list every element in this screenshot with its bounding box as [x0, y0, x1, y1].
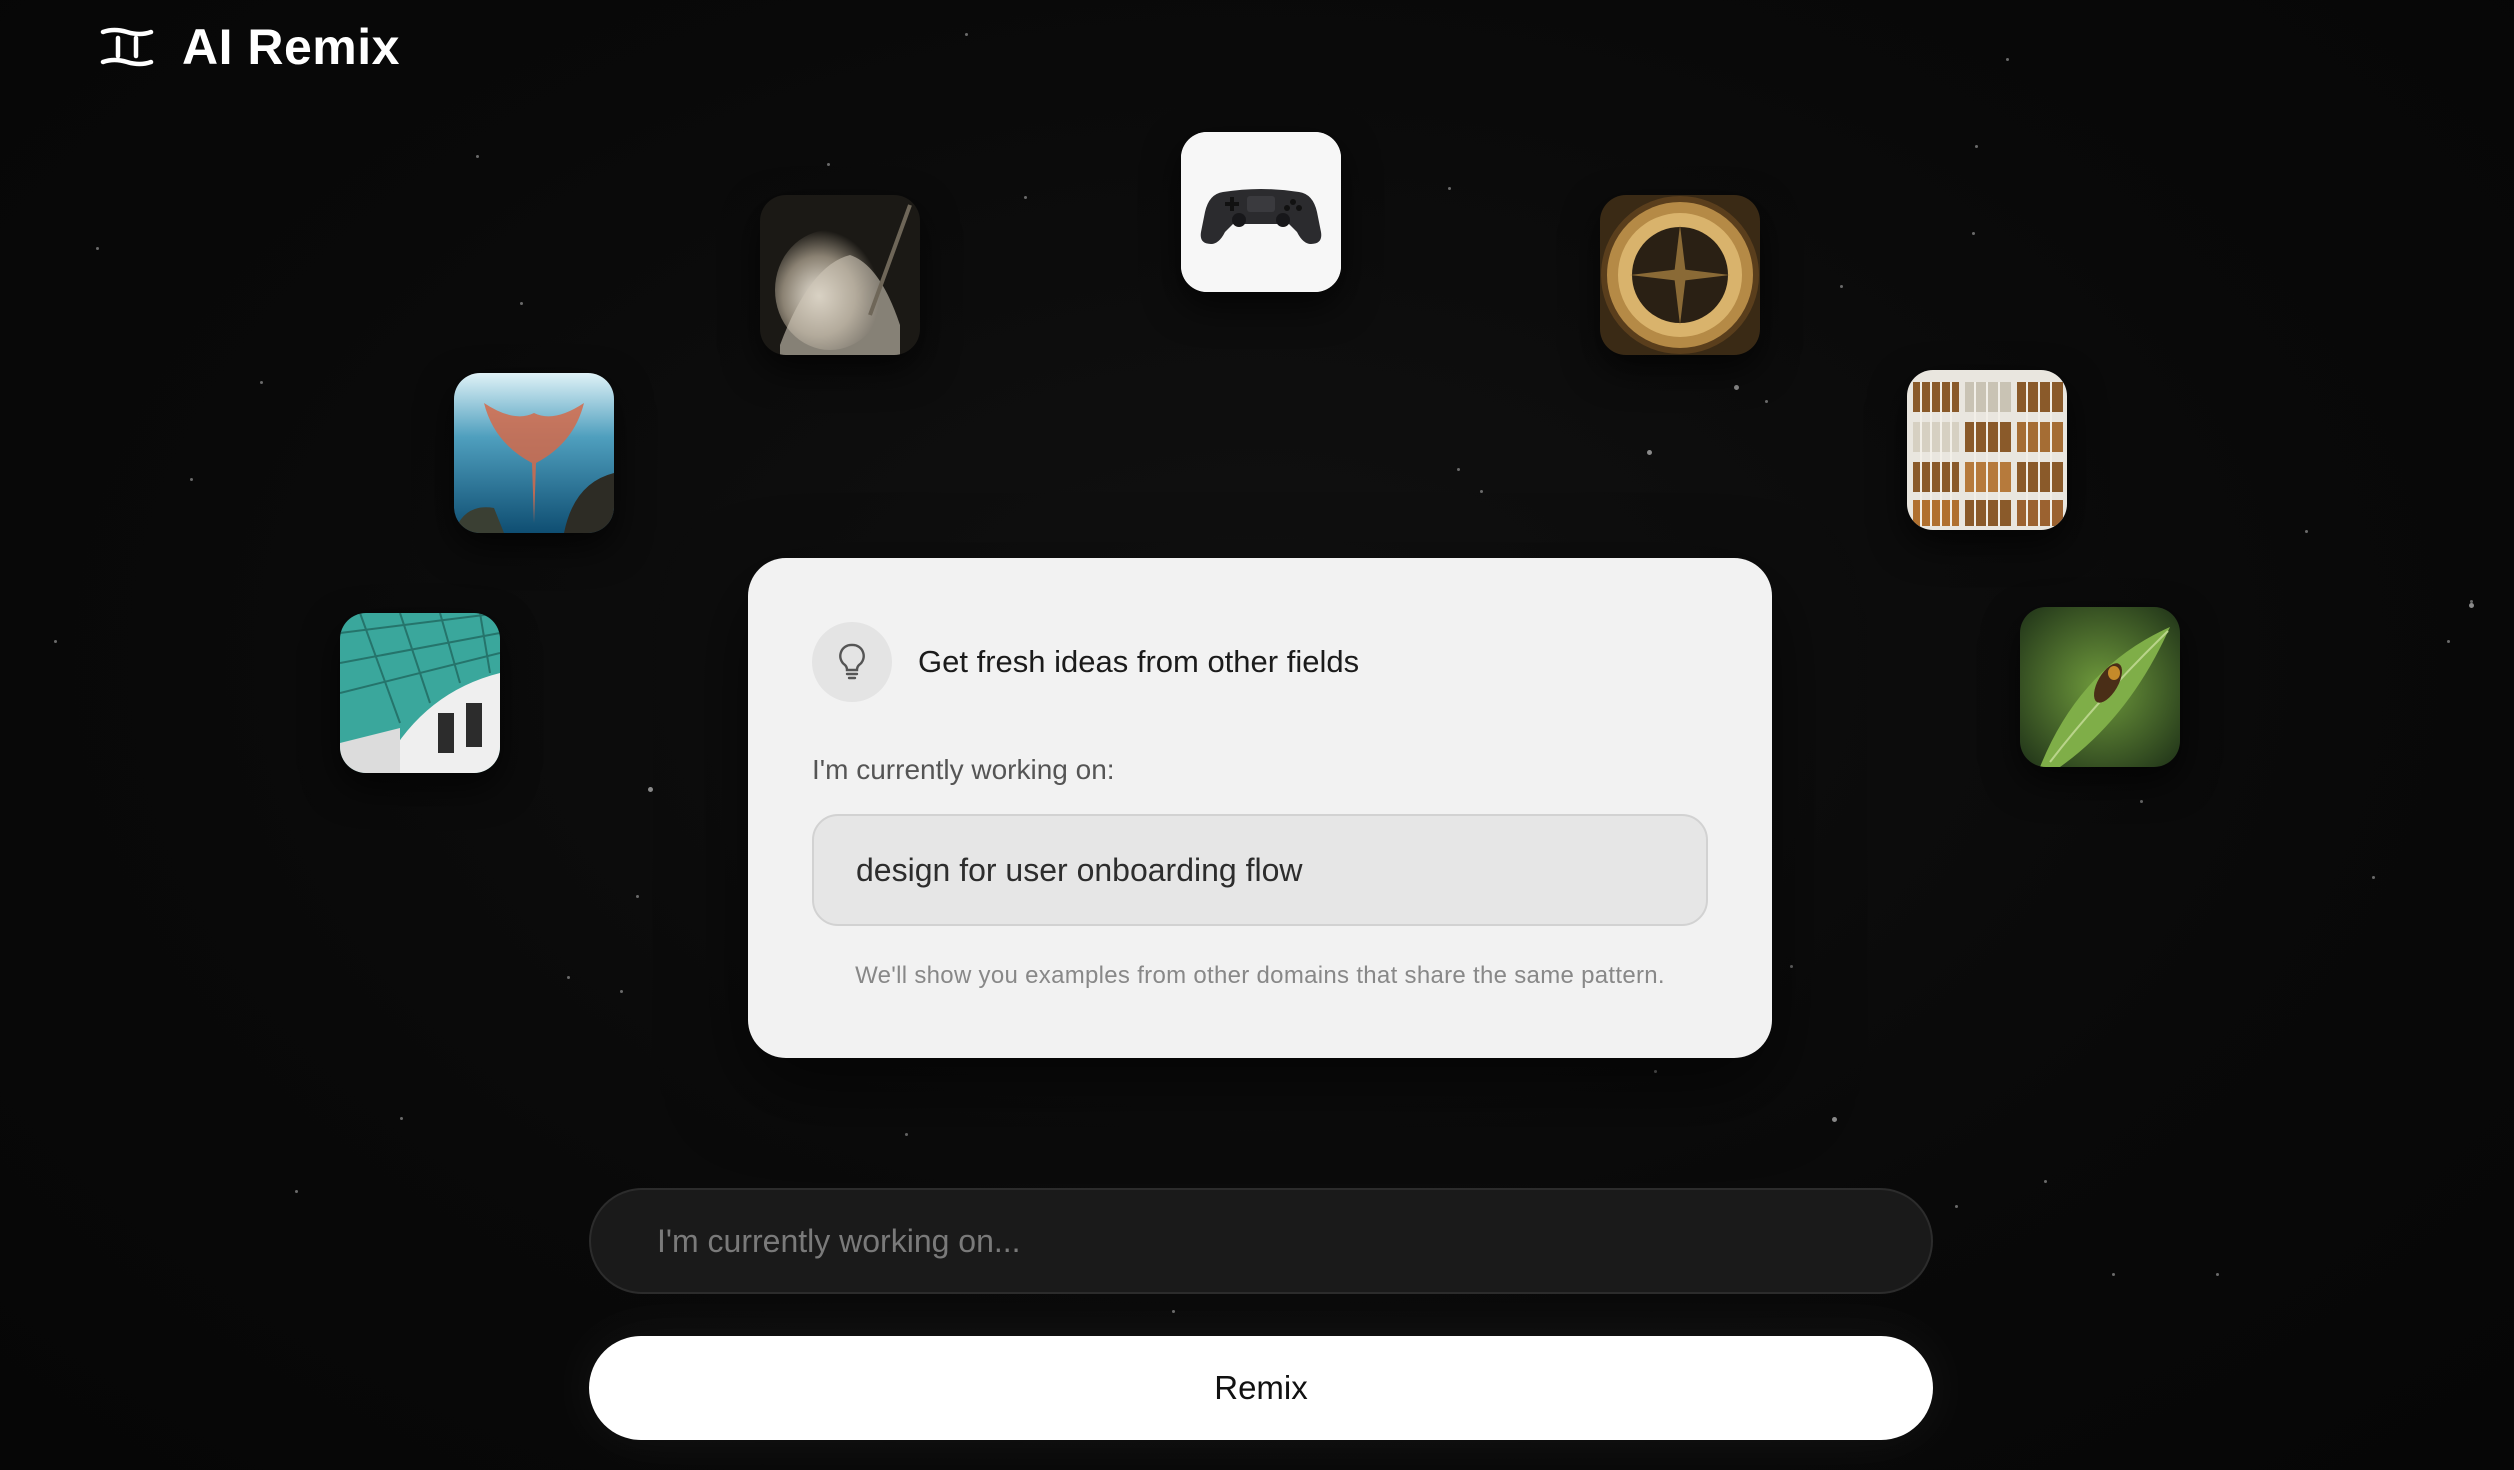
insect-leaf-image	[2020, 607, 2180, 767]
library-shelves-image	[1907, 370, 2067, 530]
ideas-card: Get fresh ideas from other fields I'm cu…	[748, 558, 1772, 1058]
gamepad-image	[1181, 132, 1341, 292]
sculpture-image	[760, 195, 920, 355]
lightbulb-icon	[812, 622, 892, 702]
remix-button[interactable]: Remix	[589, 1336, 1933, 1440]
coral-reef-image	[454, 373, 614, 533]
card-header: Get fresh ideas from other fields	[812, 622, 1359, 702]
card-label: I'm currently working on:	[812, 754, 1115, 785]
card-title: Get fresh ideas from other fields	[918, 644, 1360, 679]
working-on-input-wrapper	[589, 1188, 1933, 1294]
remix-logo-icon[interactable]	[100, 24, 154, 70]
glass-roof-image	[340, 613, 500, 773]
app-title[interactable]: AI Remix	[182, 18, 400, 76]
card-note: We'll show you examples from other domai…	[855, 962, 1665, 989]
example-field: design for user onboarding flow	[812, 814, 1708, 926]
app-page: AI Remix Get fresh ideas from other fiel…	[0, 0, 2514, 1470]
compass-image	[1600, 195, 1760, 355]
working-on-input[interactable]	[655, 1221, 1931, 1261]
app-header: AI Remix	[100, 18, 400, 76]
